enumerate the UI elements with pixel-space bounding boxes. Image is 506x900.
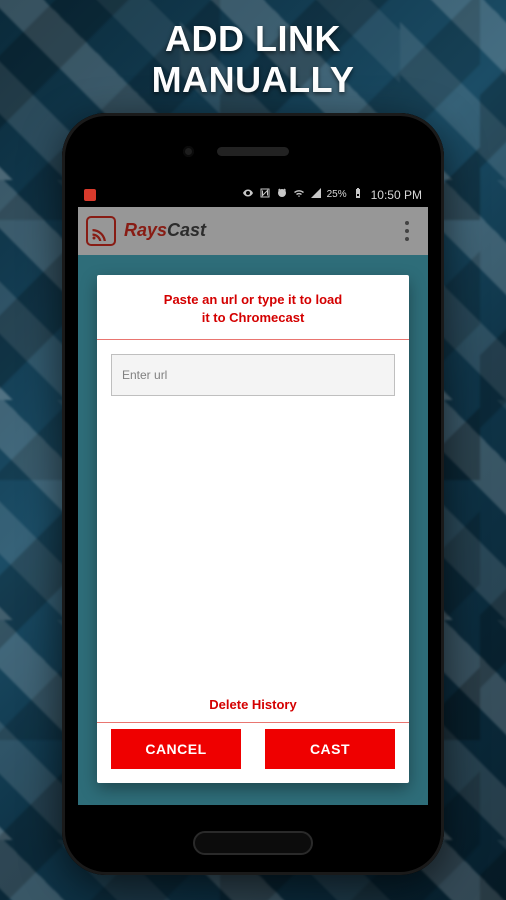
dialog-title: Paste an url or type it to load it to Ch… (97, 275, 409, 339)
signal-icon (310, 187, 322, 202)
dialog-title-line1: Paste an url or type it to load (117, 291, 389, 309)
alarm-icon (276, 187, 288, 202)
dialog-divider-bottom (97, 722, 409, 723)
promo-title: ADD LINK MANUALLY (0, 0, 506, 109)
add-link-dialog: Paste an url or type it to load it to Ch… (97, 275, 409, 783)
promo-title-line2: MANUALLY (0, 59, 506, 100)
dialog-title-line2: it to Chromecast (117, 309, 389, 327)
wifi-icon (293, 187, 305, 202)
battery-percent: 25% (327, 189, 347, 200)
promo-title-line1: ADD LINK (0, 18, 506, 59)
dim-overlay (78, 207, 428, 255)
notification-app-icon (84, 189, 96, 201)
statusbar-clock: 10:50 PM (371, 188, 422, 202)
phone-earpiece (217, 147, 289, 156)
phone-home-button (193, 831, 313, 855)
statusbar-right: 25% 10:50 PM (242, 187, 422, 202)
phone-screen: 25% 10:50 PM RaysCast Pas (78, 183, 428, 805)
dialog-spacer (97, 396, 409, 687)
statusbar-left (84, 189, 96, 201)
phone-frame: 25% 10:50 PM RaysCast Pas (62, 113, 444, 875)
nfc-icon (259, 187, 271, 202)
cancel-button[interactable]: CANCEL (111, 729, 241, 769)
battery-icon (352, 187, 364, 202)
modal-backdrop: Paste an url or type it to load it to Ch… (78, 255, 428, 805)
delete-history-link[interactable]: Delete History (97, 687, 409, 722)
dialog-divider-top (97, 339, 409, 340)
eye-icon (242, 187, 254, 202)
url-input-wrap (97, 340, 409, 396)
phone-sensor (183, 146, 194, 157)
android-statusbar: 25% 10:50 PM (78, 183, 428, 207)
cast-button[interactable]: CAST (265, 729, 395, 769)
url-input[interactable] (111, 354, 395, 396)
dialog-button-row: CANCEL CAST (97, 723, 409, 783)
